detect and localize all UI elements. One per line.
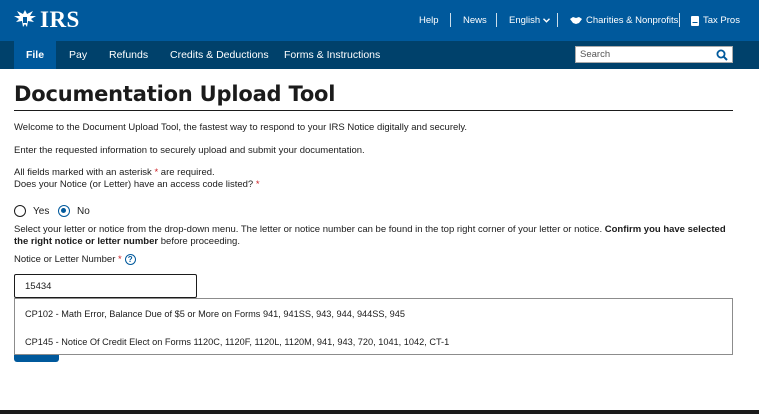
divider [496, 13, 497, 27]
charities-label: Charities & Nonprofits [586, 15, 679, 26]
instructions-text: Select your letter or notice from the dr… [14, 224, 605, 235]
notice-label: Notice or Letter Number * ? [14, 254, 136, 265]
required-fields-note: All fields marked with an asterisk * are… [14, 167, 215, 179]
required-asterisk: * [118, 254, 122, 265]
utility-bar: IRS Help News English Charities & Nonpro… [0, 0, 759, 41]
search-box [575, 46, 733, 63]
required-asterisk: * [255, 179, 260, 190]
logo-text: IRS [40, 7, 80, 32]
nav-item-refunds[interactable]: Refunds [109, 41, 148, 69]
handshake-icon [570, 17, 582, 24]
title-divider [14, 110, 733, 111]
notice-dropdown-list: CP102 - Math Error, Balance Due of $5 or… [14, 298, 733, 355]
dropdown-option[interactable]: CP145 - Notice Of Credit Elect on Forms … [25, 337, 449, 347]
notice-label-text: Notice or Letter Number [14, 254, 116, 265]
enter-info-text: Enter the requested information to secur… [14, 145, 365, 156]
access-code-question: Does your Notice (or Letter) have an acc… [14, 179, 260, 191]
footer-edge [0, 410, 759, 414]
id-card-icon [691, 15, 699, 26]
nav-item-file[interactable]: File [14, 41, 56, 69]
help-link-label: Help [419, 15, 439, 26]
required-prefix: All fields marked with an asterisk [14, 167, 155, 178]
access-code-question-text: Does your Notice (or Letter) have an acc… [14, 179, 254, 190]
radio-yes-circle[interactable] [14, 205, 26, 217]
dropdown-option[interactable]: CP102 - Math Error, Balance Due of $5 or… [25, 309, 405, 319]
nav-item-pay[interactable]: Pay [69, 41, 87, 69]
radio-no-circle[interactable] [58, 205, 70, 217]
charities-link[interactable]: Charities & Nonprofits [570, 0, 678, 41]
help-circle-icon[interactable]: ? [124, 254, 136, 265]
irs-logo[interactable]: IRS [12, 7, 80, 33]
news-link[interactable]: News [463, 0, 487, 41]
nav-item-credits-deductions[interactable]: Credits & Deductions [170, 41, 269, 69]
language-dropdown[interactable]: English [509, 0, 551, 41]
notice-instructions: Select your letter or notice from the dr… [14, 224, 739, 248]
tax-pros-link[interactable]: Tax Pros [691, 0, 740, 41]
news-link-label: News [463, 15, 487, 26]
page-title: Documentation Upload Tool [14, 82, 336, 106]
chevron-down-icon [543, 18, 551, 23]
radio-yes[interactable]: Yes [14, 205, 49, 217]
irs-eagle-logo [14, 10, 36, 27]
language-label: English [509, 15, 541, 26]
radio-yes-label: Yes [33, 205, 50, 217]
nav-item-forms-instructions[interactable]: Forms & Instructions [284, 41, 380, 69]
divider [450, 13, 451, 27]
notice-number-input[interactable] [14, 274, 197, 298]
tax-pros-label: Tax Pros [703, 15, 740, 26]
required-suffix: are required. [158, 167, 215, 178]
divider [679, 13, 680, 27]
instructions-end: before proceeding. [158, 236, 240, 247]
radio-no-label: No [77, 205, 90, 217]
search-icon[interactable] [716, 49, 728, 61]
welcome-text: Welcome to the Document Upload Tool, the… [14, 122, 468, 133]
divider [557, 13, 558, 27]
help-link[interactable]: Help [419, 0, 439, 41]
radio-no[interactable]: No [58, 205, 90, 217]
search-input[interactable] [576, 47, 714, 62]
